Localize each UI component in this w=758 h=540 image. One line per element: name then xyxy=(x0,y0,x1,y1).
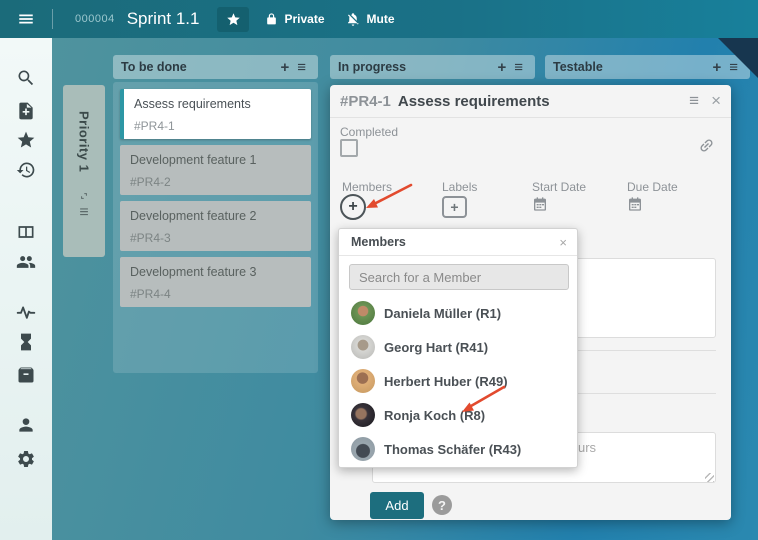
mute-toggle[interactable]: Mute xyxy=(345,12,395,27)
member-name: Ronja Koch (R8) xyxy=(384,407,486,423)
member-name: Herbert Huber (R49) xyxy=(384,373,508,389)
card-id: #PR4-4 xyxy=(130,287,171,301)
swimlane-title: Priority 1 xyxy=(76,111,92,173)
avatar xyxy=(351,369,375,393)
member-name: Thomas Schäfer (R43) xyxy=(384,441,522,457)
due-date-calendar-icon[interactable] xyxy=(627,196,643,212)
member-row-ronja[interactable]: Ronja Koch (R8) xyxy=(339,398,577,432)
column-title: To be done xyxy=(121,60,187,74)
top-bar: 000004 Sprint 1.1 Private Mute xyxy=(0,0,758,38)
avatar xyxy=(351,301,375,325)
hourglass-icon[interactable] xyxy=(16,332,36,352)
app-window: 000004 Sprint 1.1 Private Mute To be don… xyxy=(0,0,758,540)
team-icon[interactable] xyxy=(16,252,36,272)
card-id: #PR4-1 xyxy=(134,119,175,133)
project-id: 000004 xyxy=(75,13,115,25)
card-title: Development feature 1 xyxy=(130,153,257,167)
link-icon[interactable] xyxy=(698,137,715,154)
column-body-to-be-done: Assess requirements #PR4-1 Development f… xyxy=(113,82,318,373)
swimlane-collapse-icon[interactable] xyxy=(78,190,90,202)
column-menu-icon[interactable]: ≡ xyxy=(293,60,310,75)
member-row-daniela[interactable]: Daniela Müller (R1) xyxy=(339,296,577,330)
privacy-label: Private xyxy=(284,12,325,26)
topbar-divider xyxy=(52,9,53,29)
swimlane-drag-handle-icon[interactable]: ≡ xyxy=(79,204,88,222)
add-member-button[interactable]: + xyxy=(340,194,366,220)
search-icon[interactable] xyxy=(16,68,36,88)
card-detail-id: #PR4-1 xyxy=(340,92,391,110)
star-icon xyxy=(227,12,240,25)
column-header-to-be-done: To be done + ≡ xyxy=(113,55,318,79)
create-note-icon[interactable] xyxy=(16,101,36,121)
member-row-thomas[interactable]: Thomas Schäfer (R43) xyxy=(339,432,577,466)
card-pr4-4[interactable]: Development feature 3 #PR4-4 xyxy=(120,257,311,307)
privacy-toggle[interactable]: Private xyxy=(265,12,325,26)
swimlane-priority-1: Priority 1 ≡ xyxy=(63,85,105,257)
member-name: Georg Hart (R41) xyxy=(384,339,489,355)
card-pr4-1[interactable]: Assess requirements #PR4-1 xyxy=(120,89,311,139)
sidebar xyxy=(0,38,52,540)
modal-header: #PR4-1 Assess requirements ≡ × xyxy=(330,85,731,118)
due-date-field-label: Due Date xyxy=(627,180,678,194)
add-card-icon[interactable]: + xyxy=(493,60,510,75)
bell-off-icon xyxy=(347,12,359,26)
member-search-input[interactable] xyxy=(349,264,569,290)
card-detail-title: Assess requirements xyxy=(397,92,550,110)
column-title: In progress xyxy=(338,60,407,74)
avatar xyxy=(351,335,375,359)
favorites-star-icon[interactable] xyxy=(16,130,36,150)
column-menu-icon[interactable]: ≡ xyxy=(510,60,527,75)
activity-pulse-icon[interactable] xyxy=(16,302,36,322)
lock-icon xyxy=(267,13,277,25)
profile-icon[interactable] xyxy=(16,415,36,435)
card-pr4-2[interactable]: Development feature 1 #PR4-2 xyxy=(120,145,311,195)
completed-checkbox[interactable] xyxy=(340,139,358,157)
column-title: Testable xyxy=(553,60,603,74)
column-header-in-progress: In progress + ≡ xyxy=(330,55,535,79)
corner-fold xyxy=(718,38,758,78)
card-id: #PR4-2 xyxy=(130,175,171,189)
card-id: #PR4-3 xyxy=(130,231,171,245)
favorite-button[interactable] xyxy=(217,6,250,32)
avatar xyxy=(351,437,375,461)
member-row-georg[interactable]: Georg Hart (R41) xyxy=(339,330,577,364)
card-pr4-3[interactable]: Development feature 2 #PR4-3 xyxy=(120,201,311,251)
mute-label: Mute xyxy=(366,12,395,26)
help-icon[interactable]: ? xyxy=(432,495,452,515)
start-date-calendar-icon[interactable] xyxy=(532,196,548,212)
avatar xyxy=(351,403,375,427)
card-title: Development feature 2 xyxy=(130,209,257,223)
modal-menu-icon[interactable]: ≡ xyxy=(689,91,699,111)
members-popup: Members × Daniela Müller (R1) Georg Hart… xyxy=(338,228,578,468)
members-popup-close-icon[interactable]: × xyxy=(559,235,567,250)
modal-close-icon[interactable]: × xyxy=(711,91,721,111)
archive-icon[interactable] xyxy=(16,365,36,385)
add-label-button[interactable]: + xyxy=(442,196,467,218)
history-icon[interactable] xyxy=(16,160,36,180)
settings-gear-icon[interactable] xyxy=(16,449,36,469)
board-title: Sprint 1.1 xyxy=(126,9,200,28)
labels-field-label: Labels xyxy=(442,180,478,194)
card-title: Development feature 3 xyxy=(130,265,257,279)
member-row-herbert[interactable]: Herbert Huber (R49) xyxy=(339,364,577,398)
member-name: Daniela Müller (R1) xyxy=(384,305,502,321)
add-card-icon[interactable]: + xyxy=(276,60,293,75)
add-button[interactable]: Add xyxy=(370,492,424,519)
members-popup-title: Members xyxy=(351,235,406,249)
members-field-label: Members xyxy=(342,180,393,194)
start-date-field-label: Start Date xyxy=(532,180,587,194)
board-columns-icon[interactable] xyxy=(16,222,36,242)
hamburger-menu-icon[interactable] xyxy=(0,10,52,28)
completed-label: Completed xyxy=(340,125,399,139)
card-title: Assess requirements xyxy=(134,97,251,111)
members-popup-header: Members × xyxy=(339,229,577,256)
